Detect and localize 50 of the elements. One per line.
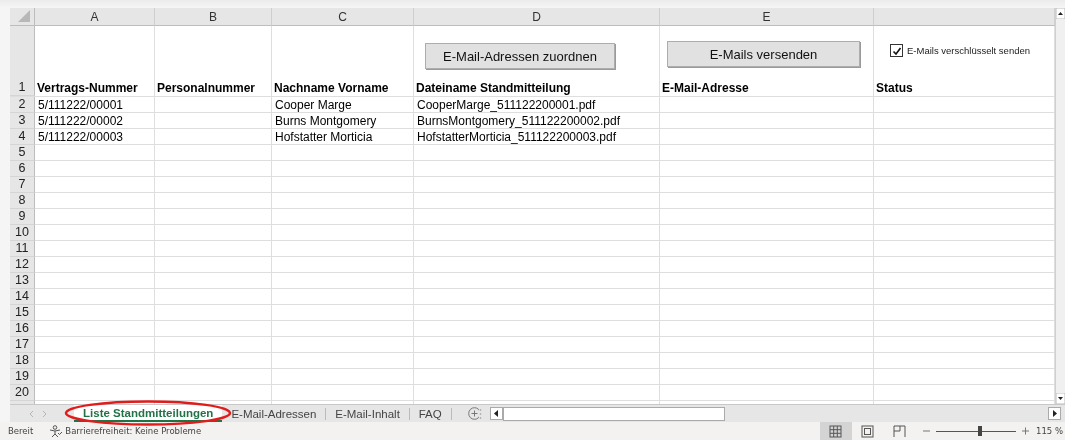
row-header[interactable]: 7 — [10, 177, 35, 193]
table-cell: Cooper Marge — [275, 98, 352, 112]
sheet-tab[interactable]: FAQ — [409, 405, 451, 422]
column-heading: Status — [876, 81, 914, 96]
column-header[interactable]: B — [155, 8, 272, 26]
row-header[interactable]: 17 — [10, 337, 35, 353]
column-header[interactable]: E — [660, 8, 874, 26]
row-header[interactable]: 20 — [10, 385, 35, 401]
status-text: Bereit — [8, 426, 34, 436]
row-header[interactable]: 3 — [10, 113, 35, 129]
row-header[interactable]: 5 — [10, 145, 35, 161]
macro-button[interactable]: E-Mails versenden — [667, 41, 860, 67]
sheet-tab[interactable]: E-Mail-Inhalt — [326, 405, 409, 422]
row-header[interactable]: 2 — [10, 97, 35, 113]
checkbox-label[interactable]: E-Mails verschlüsselt senden — [907, 45, 1031, 56]
column-heading: Personalnummer — [157, 81, 257, 96]
row-header[interactable]: 4 — [10, 129, 35, 145]
column-header[interactable]: C — [272, 8, 414, 26]
table-cell: Hofstatter Morticia — [275, 130, 373, 144]
row-header[interactable]: 14 — [10, 289, 35, 305]
sheet-tab[interactable]: Liste Standmitteilungen — [74, 405, 223, 422]
column-heading: Vertrags-Nummer — [37, 81, 139, 96]
zoom-level[interactable]: 115 % — [1036, 426, 1063, 436]
table-cell: Burns Montgomery — [275, 114, 377, 128]
row-header[interactable]: 9 — [10, 209, 35, 225]
row-header[interactable]: 10 — [10, 225, 35, 241]
row-header[interactable]: 11 — [10, 241, 35, 257]
table-cell: BurnsMontgomery_511122200002.pdf — [417, 114, 621, 128]
row-header[interactable]: 6 — [10, 161, 35, 177]
sheet-tab[interactable]: E-Mail-Adressen — [222, 405, 326, 422]
column-heading: E-Mail-Adresse — [662, 81, 750, 96]
row-header[interactable]: 18 — [10, 353, 35, 369]
row-header[interactable]: 15 — [10, 305, 35, 321]
column-heading: Nachname Vorname — [274, 81, 390, 96]
accessibility-status[interactable]: Barrierefreiheit: Keine Probleme — [65, 426, 202, 436]
row-header[interactable]: 13 — [10, 273, 35, 289]
row-header[interactable]: 19 — [10, 369, 35, 385]
table-cell: 5/111222/00003 — [38, 130, 123, 144]
macro-button[interactable]: E-Mail-Adressen zuordnen — [425, 43, 615, 69]
table-cell: 5/111222/00002 — [38, 114, 123, 128]
table-cell: 5/111222/00001 — [38, 98, 123, 112]
table-cell: CooperMarge_511122200001.pdf — [417, 98, 596, 112]
table-cell: HofstatterMorticia_511122200003.pdf — [417, 130, 617, 144]
column-header[interactable]: D — [414, 8, 660, 26]
row-header[interactable]: 12 — [10, 257, 35, 273]
column-heading: Dateiname Standmitteilung — [416, 81, 572, 96]
row-header[interactable]: 8 — [10, 193, 35, 209]
row-header[interactable]: 1 — [10, 26, 35, 96]
column-header[interactable]: A — [35, 8, 155, 26]
row-header[interactable]: 16 — [10, 321, 35, 337]
